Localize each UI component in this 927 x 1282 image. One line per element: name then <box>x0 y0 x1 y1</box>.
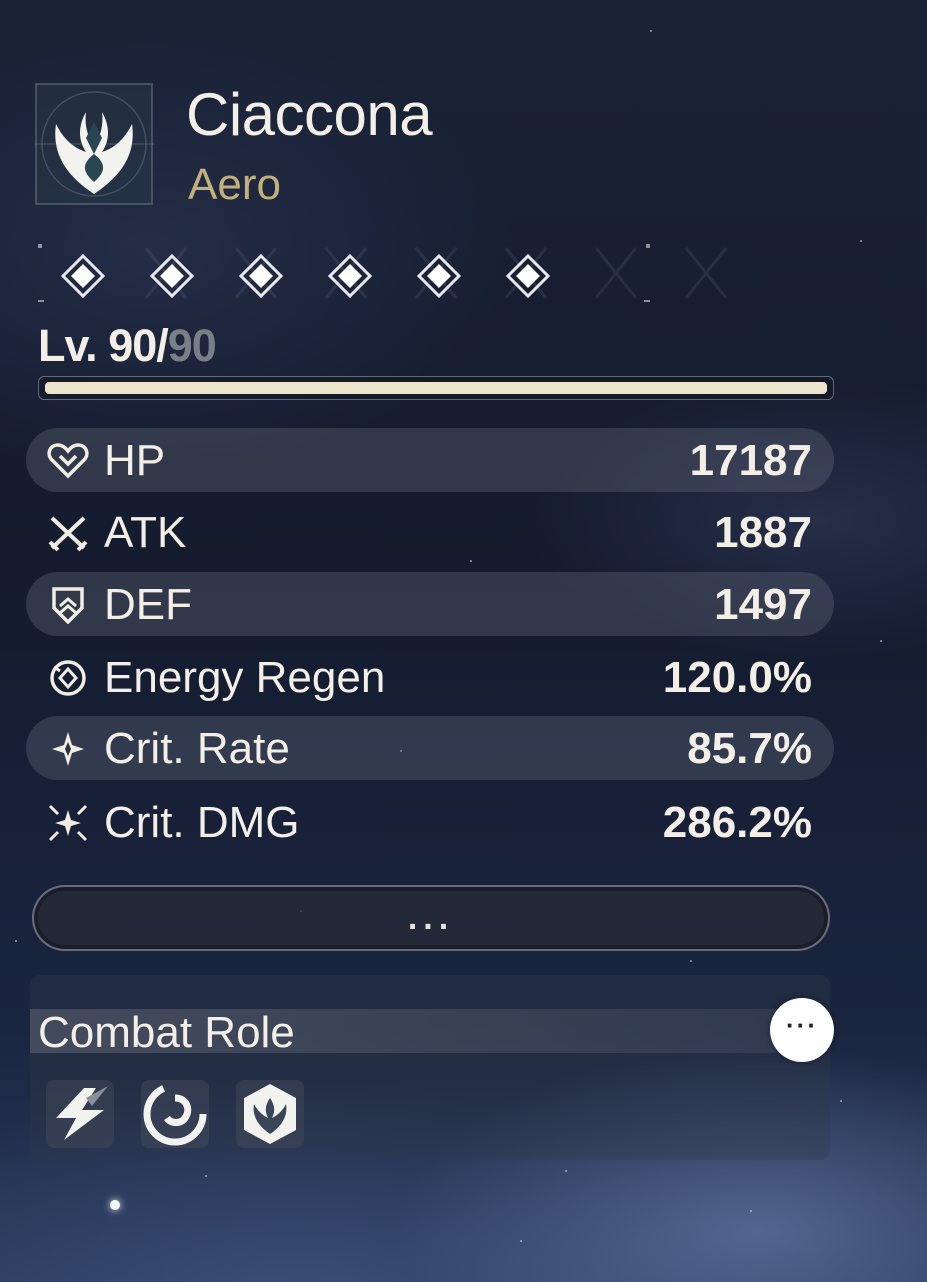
stat-row-hp: HP 17187 <box>26 428 834 492</box>
aero-emblem-icon <box>19 82 169 206</box>
level-max: 90 <box>167 320 217 371</box>
level-prefix: Lv. <box>38 320 109 371</box>
energy-regen-icon <box>46 659 90 697</box>
stat-row-crit-dmg: Crit. DMG 286.2% <box>26 790 834 854</box>
resonance-diamond-icon[interactable] <box>505 253 551 299</box>
stat-value: 1887 <box>714 508 812 557</box>
stat-row-energy-regen: Energy Regen 120.0% <box>26 645 834 709</box>
stat-label: DEF <box>104 580 192 629</box>
crit-rate-icon <box>46 730 90 768</box>
combat-role-info-button[interactable]: ··· <box>770 998 834 1062</box>
character-name: Ciaccona <box>186 81 433 148</box>
level-display: Lv. 90/90 <box>38 320 217 372</box>
aero-hex-role-icon[interactable] <box>236 1080 304 1148</box>
stat-value: 17187 <box>689 436 812 485</box>
stat-label: ATK <box>104 508 187 557</box>
combat-role-title: Combat Role <box>38 1008 295 1057</box>
info-dots-icon: ··· <box>786 1010 818 1040</box>
level-current: 90 <box>108 320 157 371</box>
shield-icon <box>46 586 90 625</box>
level-progress-bar <box>38 376 834 400</box>
resonance-diamond-icon[interactable] <box>60 253 106 299</box>
stat-label: Crit. Rate <box>104 724 290 773</box>
resonance-diamond-icon[interactable] <box>238 253 284 299</box>
crossed-swords-icon <box>46 514 90 552</box>
level-progress-fill <box>45 382 827 394</box>
swirl-role-icon[interactable] <box>141 1080 209 1148</box>
resonance-diamond-icon[interactable] <box>149 253 195 299</box>
resonance-diamond-icon[interactable] <box>416 253 462 299</box>
stat-value: 1497 <box>714 580 812 629</box>
stat-row-atk: ATK 1887 <box>26 500 834 564</box>
more-stats-button[interactable]: ... <box>32 885 830 951</box>
stat-value: 120.0% <box>662 653 812 702</box>
character-element: Aero <box>188 160 281 209</box>
resonance-diamond-icon[interactable] <box>327 253 373 299</box>
stat-label: HP <box>104 436 166 485</box>
stat-value: 286.2% <box>662 798 812 847</box>
heart-icon <box>46 442 90 480</box>
more-stats-label: ... <box>407 899 455 937</box>
stat-label: Energy Regen <box>104 653 386 702</box>
crit-dmg-icon <box>46 804 90 842</box>
lightning-role-icon[interactable] <box>46 1080 114 1148</box>
stat-row-def: DEF 1497 <box>26 572 834 636</box>
stat-value: 85.7% <box>687 724 812 773</box>
stat-label: Crit. DMG <box>104 798 300 847</box>
level-separator: / <box>156 320 168 371</box>
stat-row-crit-rate: Crit. Rate 85.7% <box>26 716 834 780</box>
